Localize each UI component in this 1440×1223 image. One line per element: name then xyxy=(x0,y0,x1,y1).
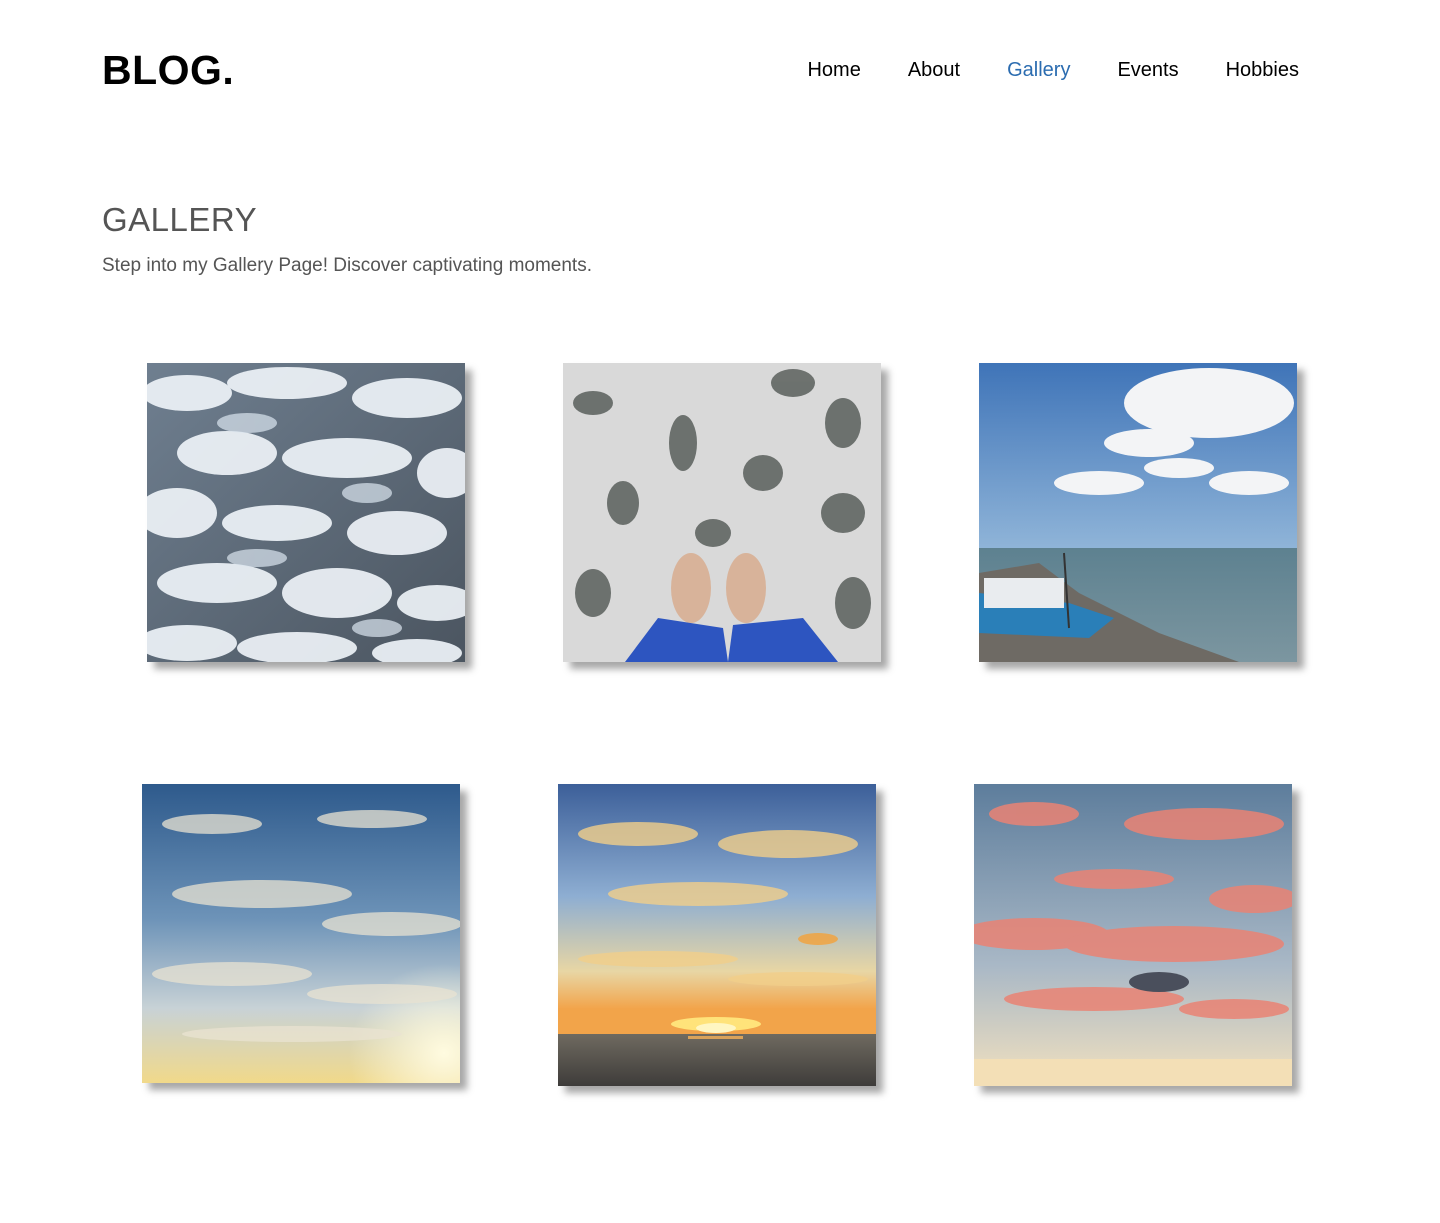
nav-item-home: Home xyxy=(807,58,860,82)
pink-clouds-image xyxy=(974,784,1292,1086)
feet-in-surf-image xyxy=(563,363,881,662)
nav-item-gallery: Gallery xyxy=(1007,58,1070,82)
nav-link-hobbies[interactable]: Hobbies xyxy=(1226,58,1299,82)
nav-item-hobbies: Hobbies xyxy=(1226,58,1299,82)
gallery-photo-sea-foam[interactable] xyxy=(147,363,465,662)
nav-link-about[interactable]: About xyxy=(908,58,960,82)
gallery-photo-beach-with-boats[interactable] xyxy=(979,363,1297,662)
sunset-over-sea-image xyxy=(558,784,876,1086)
gallery-photo-feet-in-surf[interactable] xyxy=(563,363,881,662)
site-header: BLOG. Home About Gallery Events Hobbies xyxy=(0,0,1440,150)
gallery-photo-sky-clouds[interactable] xyxy=(142,784,460,1083)
page-subtitle: Step into my Gallery Page! Discover capt… xyxy=(102,254,592,276)
gallery-photo-pink-clouds[interactable] xyxy=(974,784,1292,1086)
beach-with-boats-image xyxy=(979,363,1297,662)
page-title: GALLERY xyxy=(102,201,258,238)
nav-list: Home About Gallery Events Hobbies xyxy=(807,58,1299,82)
nav-item-events: Events xyxy=(1117,58,1178,82)
nav-item-about: About xyxy=(908,58,960,82)
nav-link-gallery[interactable]: Gallery xyxy=(1007,58,1070,82)
sea-foam-image xyxy=(147,363,465,662)
site-logo[interactable]: BLOG. xyxy=(102,47,234,93)
gallery-photo-sunset-over-sea[interactable] xyxy=(558,784,876,1086)
sky-clouds-image xyxy=(142,784,460,1083)
nav-link-events[interactable]: Events xyxy=(1117,58,1178,82)
gallery-intro: GALLERY Step into my Gallery Page! Disco… xyxy=(102,200,1338,278)
nav-link-home[interactable]: Home xyxy=(807,58,860,82)
